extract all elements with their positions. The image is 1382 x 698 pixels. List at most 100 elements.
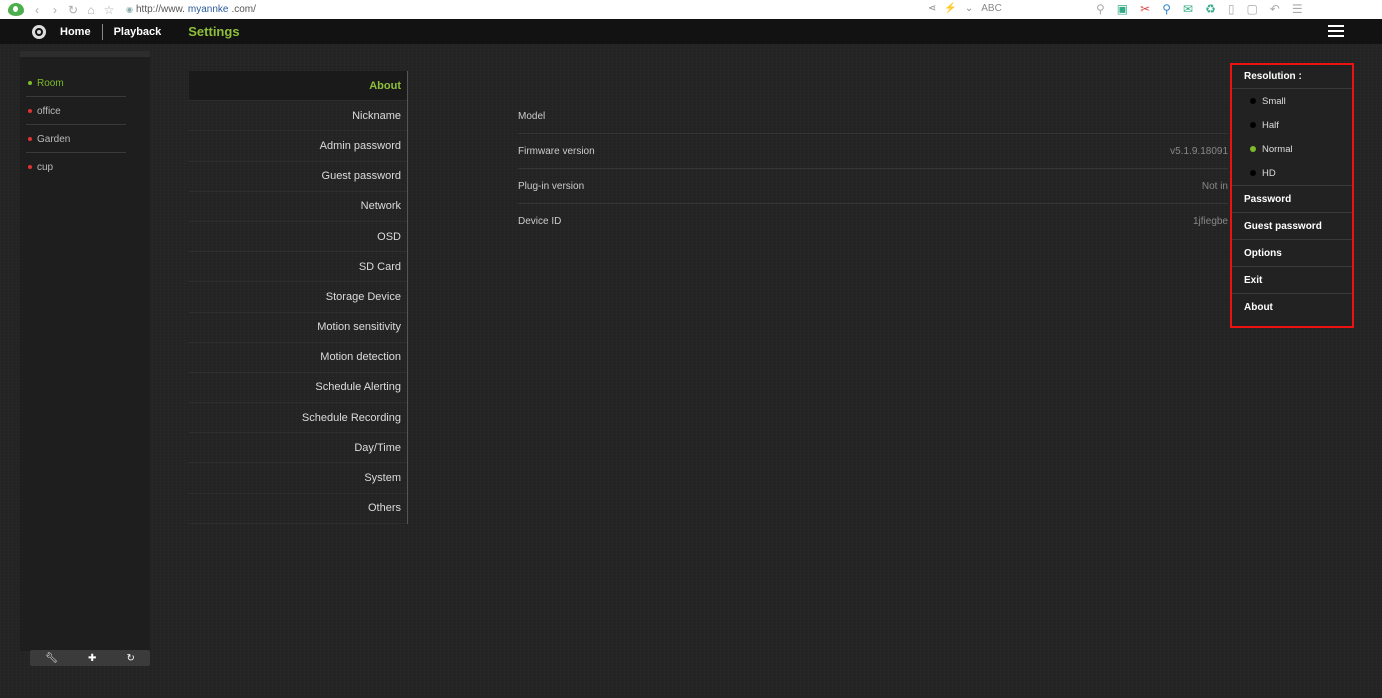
- resolution-option-normal[interactable]: Normal: [1232, 137, 1352, 161]
- flash-icon[interactable]: ⚡: [944, 3, 956, 14]
- app-header: Home Playback Settings: [0, 19, 1382, 44]
- tab-separator: [101, 23, 103, 40]
- url-prefix: http://www.: [135, 4, 185, 15]
- toolbar-right: ⚲ ▣ ✂ ⚲ ✉ ♻ ▯ ▢ ↶ ☰: [1096, 2, 1303, 16]
- back-icon[interactable]: ‹: [28, 3, 46, 17]
- settings-item-day-time[interactable]: Day/Time: [189, 433, 407, 464]
- share-icon[interactable]: ⋖: [928, 3, 936, 14]
- hamburger-menu-icon[interactable]: [1328, 25, 1344, 38]
- settings-item-about[interactable]: About: [189, 71, 407, 102]
- wrench-icon[interactable]: 🔧︎: [45, 653, 58, 664]
- settings-item-nickname[interactable]: Nickname: [189, 101, 407, 132]
- menu-item-options[interactable]: Options: [1232, 239, 1352, 266]
- clean-icon[interactable]: ♻: [1205, 2, 1216, 16]
- tab-home[interactable]: Home: [60, 26, 91, 38]
- settings-menu: About Nickname Admin password Guest pass…: [189, 71, 408, 524]
- settings-item-schedule-recording[interactable]: Schedule Recording: [189, 403, 407, 434]
- refresh-icon[interactable]: ↻: [127, 653, 135, 664]
- offline-status-icon: [28, 165, 32, 169]
- info-row-device-id: Device ID 1jfiegbe: [518, 204, 1228, 239]
- browser-toolbar: ‹ › ↻ ⌂ ☆ ◉ http://www. myannke .com/ ⋖ ⚡ …: [0, 0, 1382, 19]
- app-window: Home Playback Settings Room office Garde…: [0, 19, 1382, 698]
- resolution-option-half[interactable]: Half: [1232, 113, 1352, 137]
- info-value: v5.1.9.18091: [1170, 145, 1228, 157]
- device-label: cup: [37, 161, 54, 173]
- device-item-cup[interactable]: cup: [20, 153, 150, 181]
- menu-item-guest-password[interactable]: Guest password: [1232, 212, 1352, 239]
- info-row-firmware: Firmware version v5.1.9.18091: [518, 134, 1228, 169]
- screenshot-icon[interactable]: ▯: [1228, 2, 1235, 16]
- radio-icon: [1250, 170, 1256, 176]
- option-label: Half: [1262, 119, 1279, 131]
- browser-logo-icon: [6, 2, 28, 18]
- option-label: HD: [1262, 167, 1276, 179]
- settings-item-network[interactable]: Network: [189, 192, 407, 222]
- info-label: Plug-in version: [518, 180, 585, 192]
- settings-item-admin-password[interactable]: Admin password: [189, 131, 407, 162]
- address-bar[interactable]: ◉ http://www. myannke .com/: [126, 4, 256, 15]
- main-menu-dropdown: Resolution : Small Half Normal HD Passwo…: [1230, 63, 1354, 328]
- device-label: Room: [37, 77, 64, 89]
- settings-item-motion-sensitivity[interactable]: Motion sensitivity: [189, 313, 407, 343]
- info-label: Device ID: [518, 216, 562, 227]
- option-label: Small: [1262, 95, 1286, 107]
- offline-status-icon: [28, 109, 32, 113]
- url-domain: myannke: [187, 4, 229, 15]
- search-icon[interactable]: ⚲: [1096, 2, 1105, 16]
- translate-icon[interactable]: ⚲: [1162, 2, 1171, 16]
- device-label: office: [37, 105, 61, 117]
- plus-icon[interactable]: ✚: [88, 653, 96, 664]
- device-list: Room office Garden cup: [20, 51, 150, 651]
- window-icon[interactable]: ▢: [1246, 2, 1257, 16]
- resolution-option-hd[interactable]: HD: [1232, 161, 1352, 185]
- settings-item-storage-device[interactable]: Storage Device: [189, 282, 407, 313]
- scissors-icon[interactable]: ✂: [1140, 2, 1150, 16]
- home-icon[interactable]: ⌂: [82, 3, 100, 17]
- device-item-office[interactable]: office: [20, 97, 150, 125]
- resolution-option-small[interactable]: Small: [1232, 89, 1352, 113]
- toolbar-center: ⋖ ⚡ ⌄ ABC: [928, 3, 1002, 14]
- settings-item-others[interactable]: Others: [189, 494, 407, 524]
- radio-icon: [1250, 122, 1256, 128]
- chevron-down-icon[interactable]: ⌄: [965, 3, 973, 14]
- info-row-model: Model: [518, 99, 1228, 134]
- mail-icon[interactable]: ✉: [1183, 2, 1193, 16]
- info-label: Firmware version: [518, 145, 595, 157]
- url-suffix: .com/: [231, 4, 256, 15]
- device-list-footer: 🔧︎ ✚ ↻: [30, 650, 150, 666]
- offline-status-icon: [28, 137, 32, 141]
- option-label: Normal: [1262, 143, 1293, 155]
- checked-radio-icon: [1250, 146, 1256, 152]
- refresh-icon[interactable]: ↻: [64, 3, 82, 17]
- browser-menu-icon[interactable]: ☰: [1292, 2, 1303, 16]
- online-status-icon: [28, 81, 32, 85]
- device-item-garden[interactable]: Garden: [20, 125, 150, 153]
- camera-logo-icon: [32, 24, 46, 39]
- device-item-room[interactable]: Room: [20, 69, 150, 97]
- forward-icon[interactable]: ›: [46, 3, 64, 17]
- star-icon[interactable]: ☆: [100, 3, 118, 17]
- resolution-heading: Resolution :: [1232, 65, 1352, 89]
- tab-playback[interactable]: Playback: [114, 26, 162, 38]
- info-value: Not in: [1201, 180, 1228, 192]
- info-value: 1jfiegbe: [1192, 216, 1228, 227]
- info-row-plugin: Plug-in version Not in: [518, 169, 1228, 204]
- settings-item-system[interactable]: System: [189, 463, 407, 494]
- device-label: Garden: [37, 133, 71, 145]
- extension-icon[interactable]: ▣: [1117, 2, 1128, 16]
- input-method-label[interactable]: ABC: [981, 3, 1002, 14]
- about-info-panel: Model Firmware version v5.1.9.18091 Plug…: [518, 99, 1228, 239]
- settings-item-guest-password[interactable]: Guest password: [189, 162, 407, 192]
- page-icon: ◉: [126, 5, 133, 14]
- settings-item-osd[interactable]: OSD: [189, 222, 407, 253]
- menu-item-exit[interactable]: Exit: [1232, 266, 1352, 293]
- menu-item-password[interactable]: Password: [1232, 185, 1352, 212]
- settings-item-sd-card[interactable]: SD Card: [189, 252, 407, 283]
- settings-item-motion-detection[interactable]: Motion detection: [189, 343, 407, 373]
- tab-settings[interactable]: Settings: [188, 24, 239, 39]
- menu-item-about[interactable]: About: [1232, 293, 1352, 320]
- undo-icon[interactable]: ↶: [1270, 2, 1280, 16]
- settings-item-schedule-alerting[interactable]: Schedule Alerting: [189, 373, 407, 404]
- radio-icon: [1250, 98, 1256, 104]
- info-label: Model: [518, 110, 546, 122]
